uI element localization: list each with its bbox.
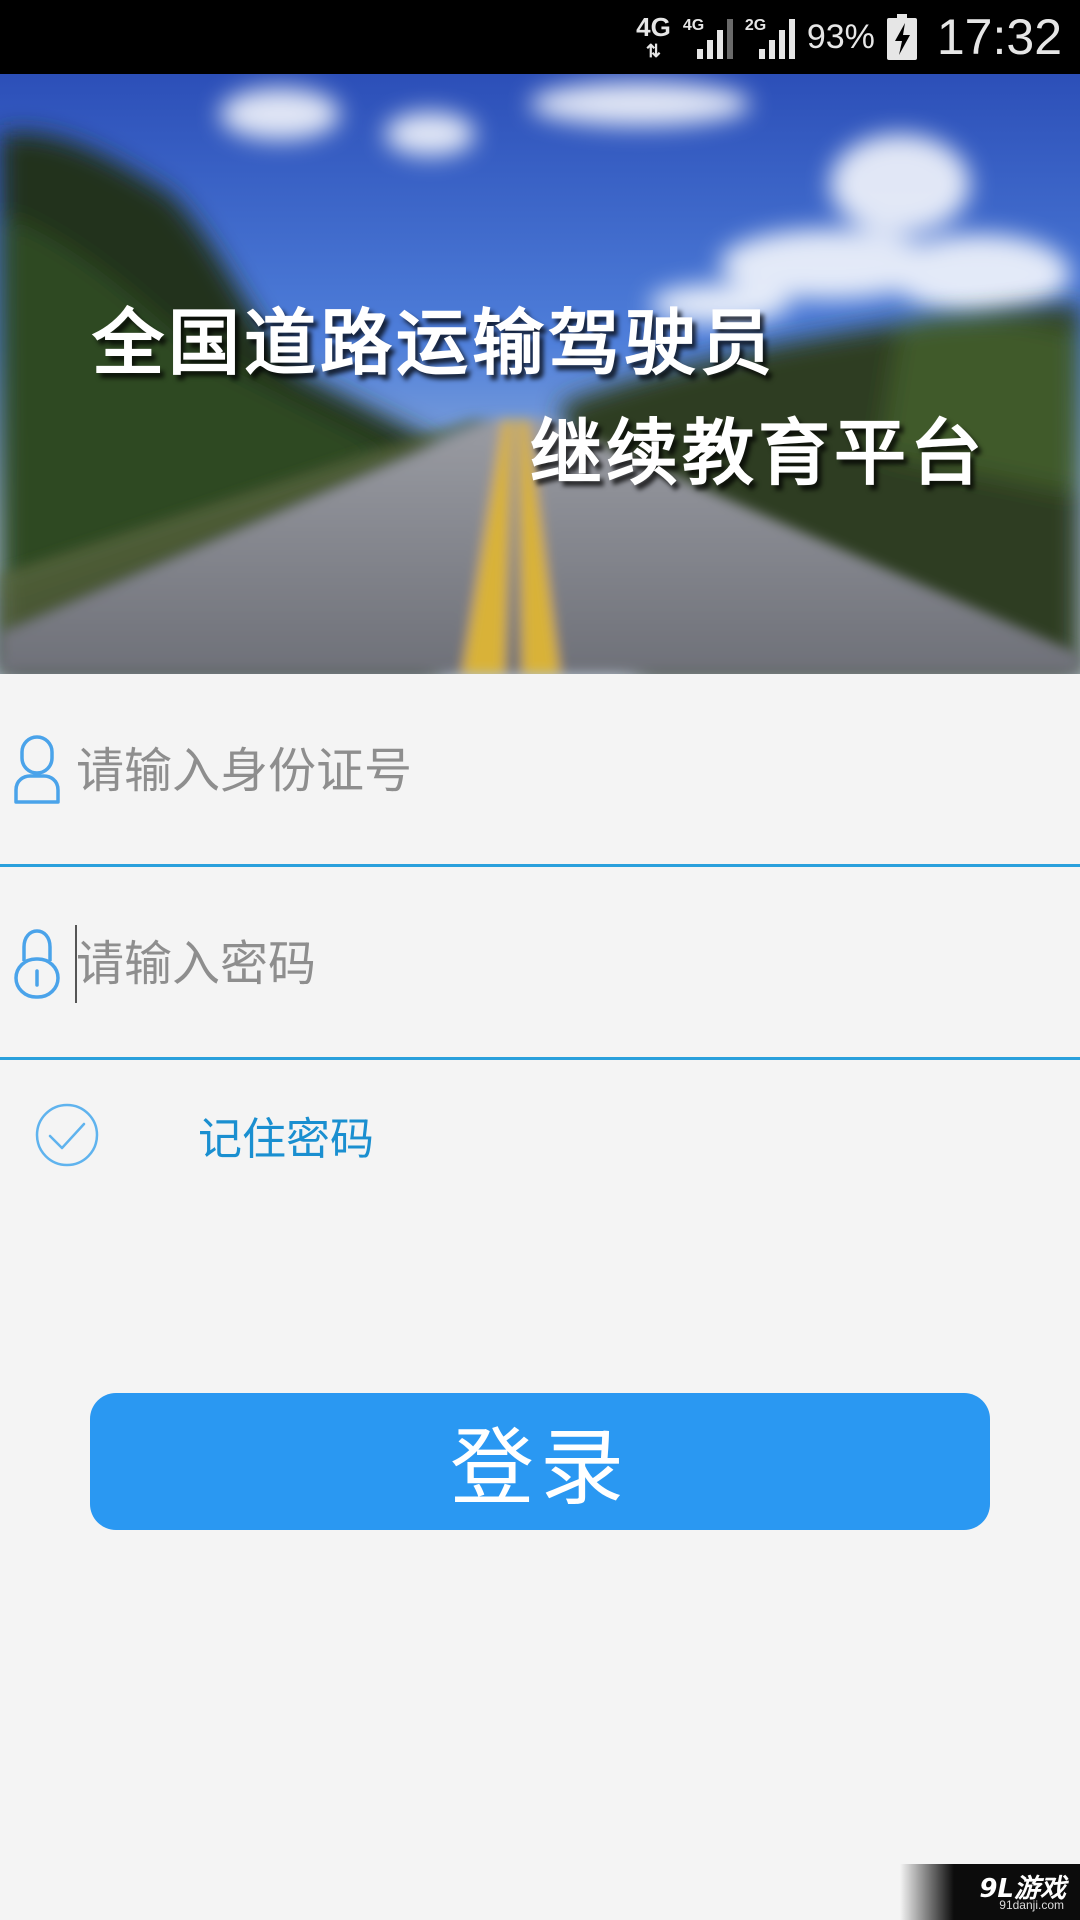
- network-type-label: 4G: [636, 12, 671, 42]
- status-icons: 4G ⇅ 4G 2G 93% 17:32: [636, 0, 1062, 74]
- battery-percent: 93%: [806, 17, 875, 56]
- signal-strength-icon: [696, 19, 733, 59]
- id-number-field: [0, 674, 1080, 867]
- login-screen: 4G ⇅ 4G 2G 93% 17:32 全国道路运输驾驶员 继续教育平台 请输…: [0, 0, 1080, 1920]
- checkmark-circle-icon[interactable]: [34, 1102, 100, 1168]
- password-field: [0, 867, 1080, 1060]
- battery-charging-icon: [886, 14, 917, 60]
- watermark-logo: 9L游戏 91danji.com: [900, 1864, 1080, 1920]
- password-input[interactable]: [76, 927, 1036, 1001]
- id-number-input[interactable]: [76, 734, 1036, 808]
- banner-image: 全国道路运输驾驶员 继续教育平台: [0, 74, 1080, 674]
- signal-strength-icon: [758, 19, 795, 59]
- banner-title-line2: 继续教育平台: [530, 411, 987, 495]
- signal-sim2: 2G: [745, 9, 795, 65]
- watermark-site: 91danji.com: [999, 1898, 1064, 1912]
- user-icon: [14, 735, 60, 804]
- remember-password-option[interactable]: 记住密码: [34, 1102, 374, 1168]
- data-network-indicator: 4G ⇅: [636, 14, 671, 60]
- signal-sim1: 4G: [683, 9, 733, 65]
- remember-password-label: 记住密码: [198, 1114, 374, 1165]
- status-bar: 4G ⇅ 4G 2G 93% 17:32: [0, 0, 1080, 74]
- login-button[interactable]: 登录: [90, 1393, 990, 1530]
- lock-icon: [14, 929, 60, 999]
- banner-title-line1: 全国道路运输驾驶员: [92, 301, 777, 385]
- data-activity-icon: ⇅: [645, 41, 662, 61]
- clock: 17:32: [936, 9, 1062, 65]
